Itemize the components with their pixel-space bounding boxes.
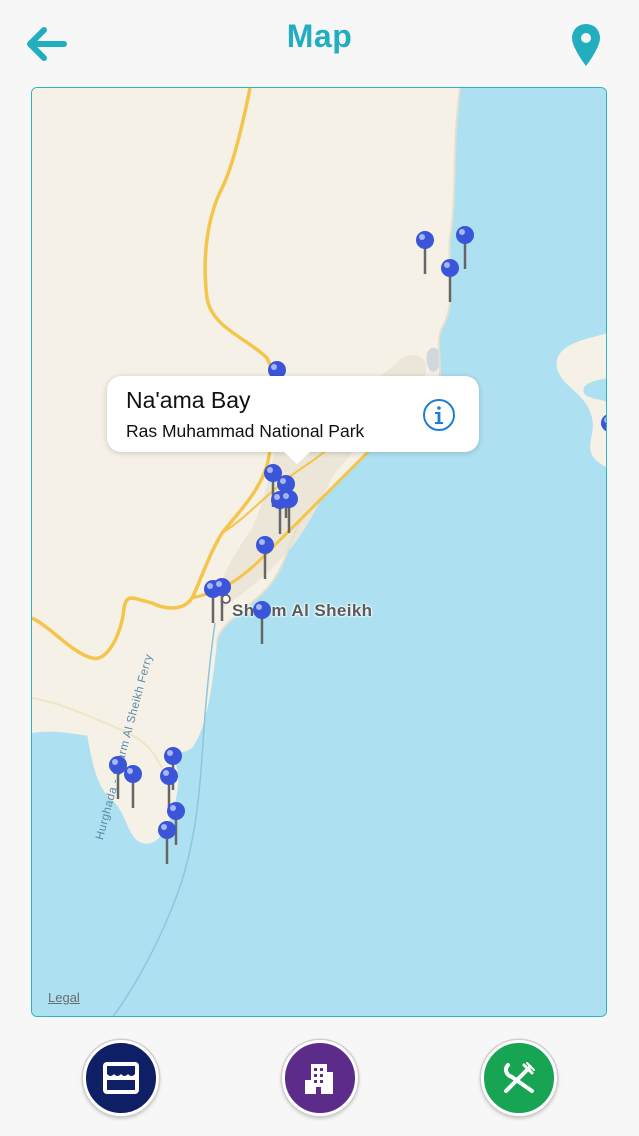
info-button[interactable] <box>422 398 456 432</box>
hotels-button[interactable] <box>282 1040 358 1116</box>
storefront-icon <box>103 1062 139 1094</box>
callout-title: Na'ama Bay <box>126 387 251 413</box>
location-button[interactable] <box>568 22 604 68</box>
header-bar: Map <box>0 0 639 86</box>
legal-link[interactable]: Legal <box>48 990 80 1005</box>
map-pin[interactable] <box>599 413 606 457</box>
map-view[interactable]: Sharm Al Sheikh Hurghada - Sharm Al Shei… <box>31 87 607 1017</box>
location-pin-icon <box>572 24 600 66</box>
shops-button[interactable] <box>83 1040 159 1116</box>
bottom-toolbar <box>0 1030 639 1136</box>
building-icon <box>305 1064 333 1094</box>
map-pin[interactable] <box>122 764 144 808</box>
map-pin[interactable] <box>156 820 178 864</box>
map-background <box>32 88 606 1016</box>
callout-subtitle: Ras Muhammad National Park <box>126 421 365 441</box>
map-pin[interactable] <box>439 258 461 302</box>
restaurants-button[interactable] <box>481 1040 557 1116</box>
info-icon <box>423 399 455 431</box>
fork-knife-icon <box>503 1062 535 1093</box>
map-pin[interactable] <box>278 489 300 533</box>
map-pin[interactable] <box>254 535 276 579</box>
map-pin[interactable] <box>251 600 273 644</box>
map-pin[interactable] <box>414 230 436 274</box>
map-callout[interactable]: Na'ama Bay Ras Muhammad National Park <box>107 376 479 464</box>
page-title: Map <box>286 18 353 54</box>
map-pin[interactable] <box>211 577 233 621</box>
